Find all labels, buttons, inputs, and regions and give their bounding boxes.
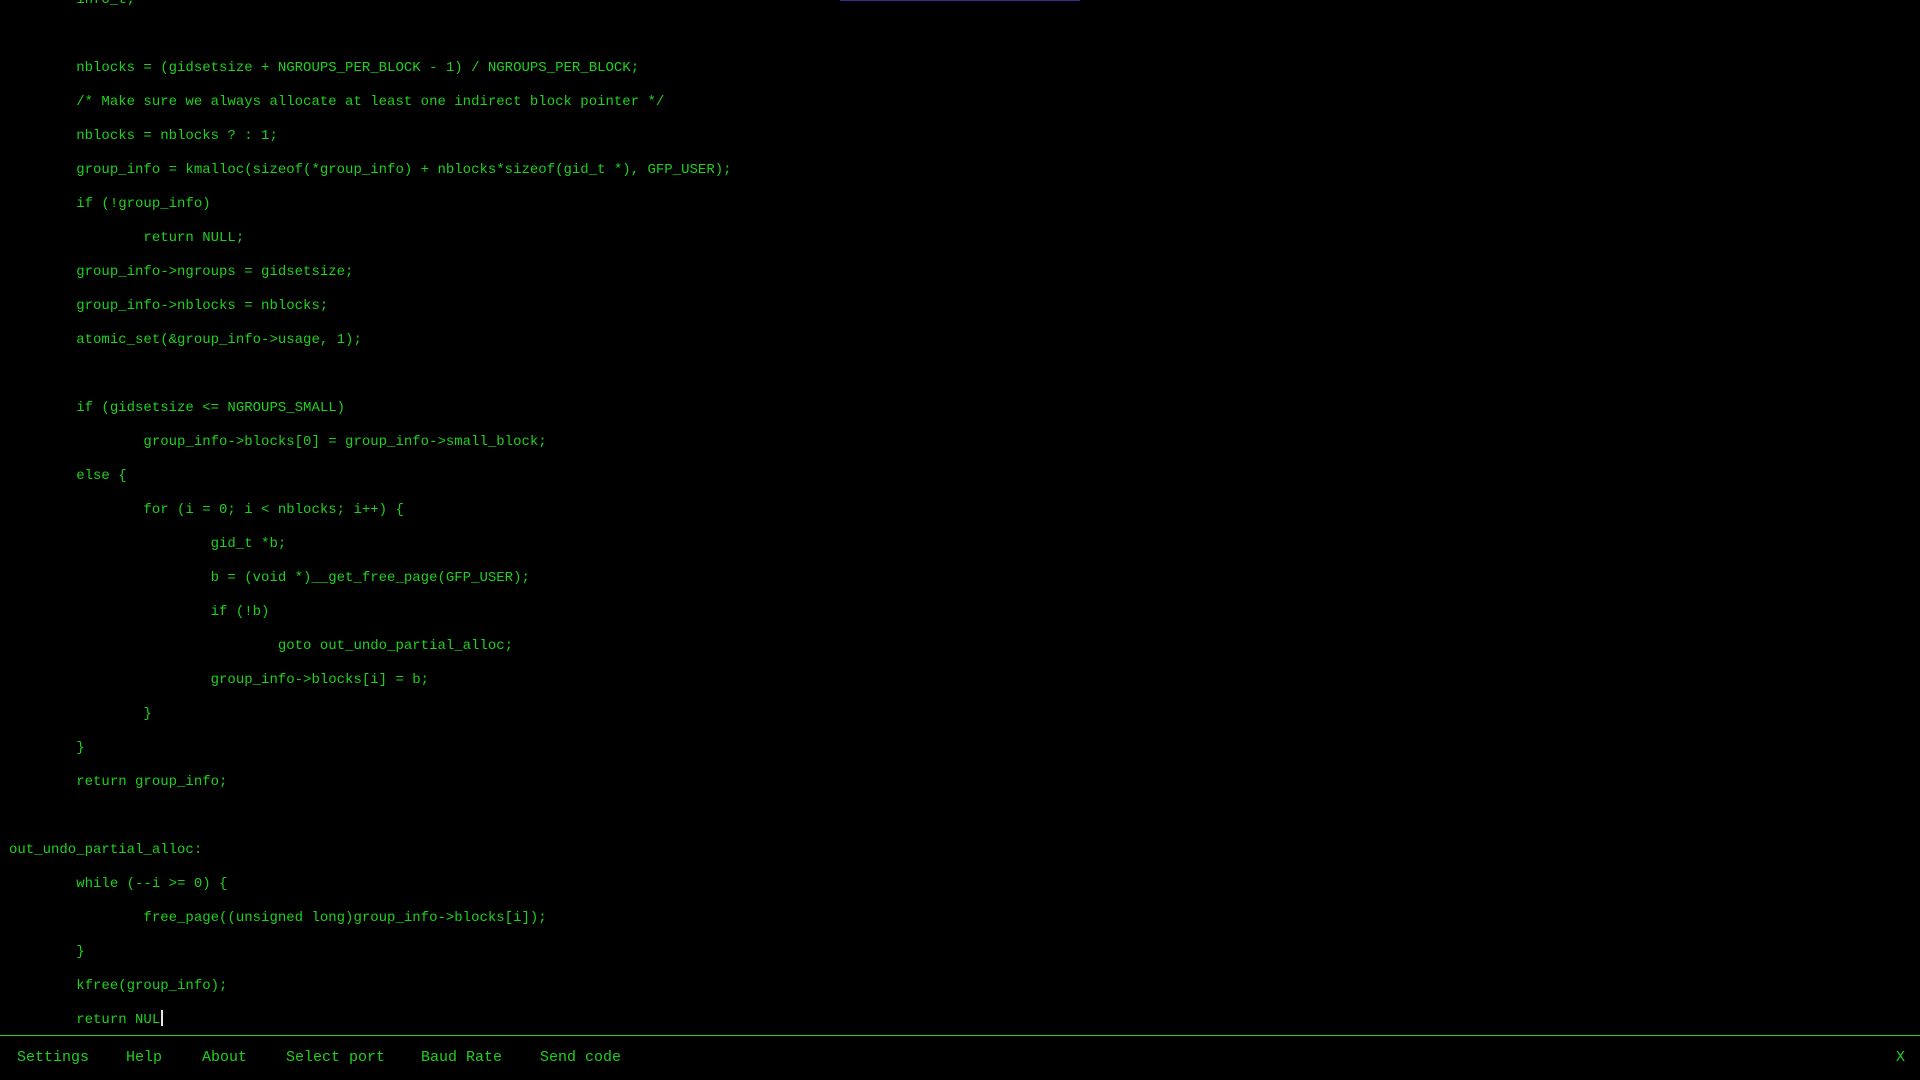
send-code-menu-item[interactable]: Send code	[540, 1036, 621, 1080]
code-line: return NULL;	[9, 230, 245, 246]
code-line: group_info->ngroups = gidsetsize;	[9, 264, 354, 280]
code-line: return group_info;	[9, 774, 228, 790]
code-line: /* Make sure we always allocate at least…	[9, 94, 665, 110]
bottom-menu-bar: Settings Help About Select port Baud Rat…	[0, 1035, 1920, 1080]
close-button[interactable]: X	[1896, 1036, 1905, 1080]
baud-rate-menu-item[interactable]: Baud Rate	[421, 1036, 502, 1080]
terminal-output[interactable]: info_t; nblocks = (gidsetsize + NGROUPS_…	[0, 0, 1920, 1035]
code-line: atomic_set(&group_info->usage, 1);	[9, 332, 362, 348]
code-line: return NUL	[9, 1003, 164, 1035]
code-line: gid_t *b;	[9, 536, 287, 552]
code-line: kfree(group_info);	[9, 978, 228, 994]
code-line: nblocks = (gidsetsize + NGROUPS_PER_BLOC…	[9, 60, 640, 76]
code-line: if (gidsetsize <= NGROUPS_SMALL)	[9, 400, 346, 416]
code-line: group_info->blocks[i] = b;	[9, 672, 430, 688]
select-port-menu-item[interactable]: Select port	[286, 1036, 385, 1080]
code-line: if (!group_info)	[9, 196, 211, 212]
code-line: }	[9, 944, 85, 960]
code-line: group_info = kmalloc(sizeof(*group_info)…	[9, 162, 732, 178]
code-line: if (!b)	[9, 604, 270, 620]
scroll-position-marker	[840, 0, 1080, 1]
help-menu-item[interactable]: Help	[126, 1036, 162, 1080]
code-line: free_page((unsigned long)group_info->blo…	[9, 910, 547, 926]
code-line: group_info->nblocks = nblocks;	[9, 298, 329, 314]
text-cursor	[161, 1010, 164, 1026]
code-line: }	[9, 706, 152, 722]
settings-menu-item[interactable]: Settings	[17, 1036, 89, 1080]
code-line: out_undo_partial_alloc:	[9, 842, 203, 858]
code-line: group_info->blocks[0] = group_info->smal…	[9, 434, 547, 450]
code-line: b = (void *)__get_free_page(GFP_USER);	[9, 570, 530, 586]
about-menu-item[interactable]: About	[202, 1036, 247, 1080]
code-line: for (i = 0; i < nblocks; i++) {	[9, 502, 404, 518]
code-line: }	[9, 740, 85, 756]
code-line: nblocks = nblocks ? : 1;	[9, 128, 278, 144]
code-line: goto out_undo_partial_alloc;	[9, 638, 514, 654]
code-line: while (--i >= 0) {	[9, 876, 228, 892]
code-line: else {	[9, 468, 127, 484]
code-line: info_t;	[9, 0, 136, 8]
